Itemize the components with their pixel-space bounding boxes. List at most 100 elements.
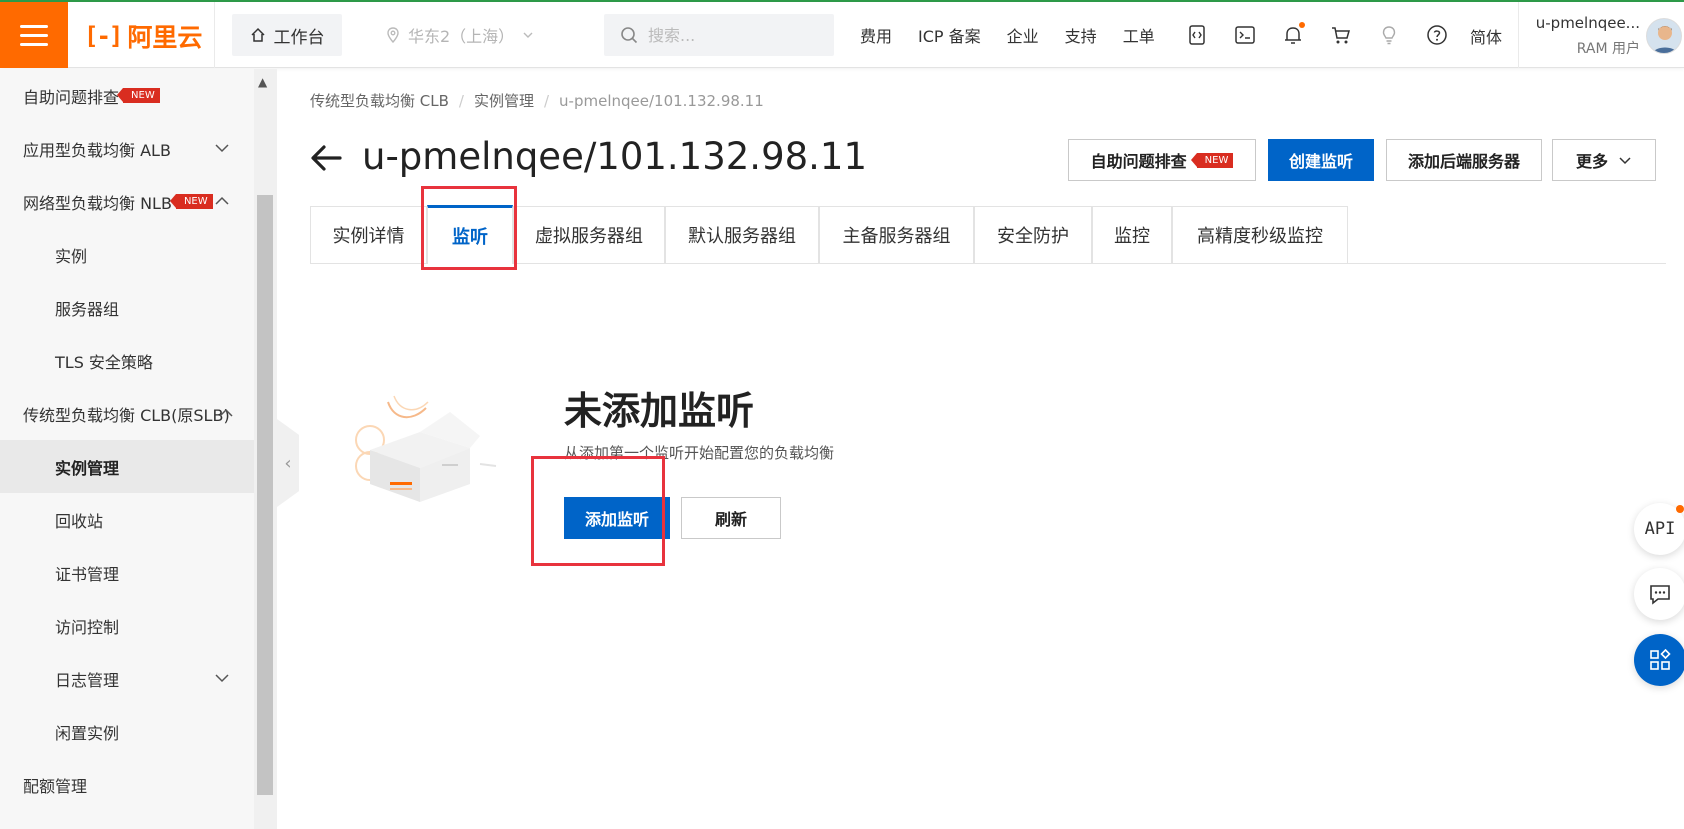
search-input[interactable] [648,25,808,45]
tab-monitoring[interactable]: 监控 [1092,206,1172,263]
add-backend-server-button[interactable]: 添加后端服务器 [1386,139,1542,181]
back-arrow-icon[interactable] [308,140,344,176]
nav-link-ticket[interactable]: 工单 [1123,23,1155,47]
tab-high-precision-monitoring[interactable]: 高精度秒级监控 [1172,206,1348,263]
sidebar-item-quota[interactable]: 配额管理 [0,758,254,811]
sidebar-item-nlb-instance[interactable]: 实例 [0,228,254,281]
chat-icon [1650,585,1670,605]
apps-float-button[interactable] [1634,634,1684,686]
nav-link-enterprise[interactable]: 企业 [1007,23,1039,47]
aliyun-logo[interactable]: [-] 阿里云 [84,20,202,52]
new-badge: NEW [170,194,213,209]
sidebar-item-label: 自助问题排查 [23,87,120,107]
sidebar-item-clb[interactable]: 传统型负载均衡 CLB(原SLB) [0,387,254,440]
chevron-up-icon [215,196,229,205]
sidebar-item-tls-policy[interactable]: TLS 安全策略 [0,334,254,387]
breadcrumb-item-instance-management[interactable]: 实例管理 [474,90,534,111]
nav-link-support[interactable]: 支持 [1065,23,1097,47]
sidebar-item-logs[interactable]: 日志管理 [0,652,254,705]
sidebar-item-server-group[interactable]: 服务器组 [0,281,254,334]
create-listener-button[interactable]: 创建监听 [1268,139,1374,181]
sidebar-item-troubleshoot[interactable]: 自助问题排查 NEW [0,69,254,122]
tab-listener[interactable]: 监听 [427,205,513,264]
notification-dot [1676,505,1684,513]
sidebar-item-alb[interactable]: 应用型负载均衡 ALB [0,122,254,175]
bulb-icon[interactable] [1376,22,1402,48]
page-title: u-pmelnqee/101.132.98.11 [362,135,867,178]
api-float-button[interactable]: API [1634,503,1684,555]
location-icon [387,27,399,43]
scroll-up-icon[interactable]: ▲ [258,75,267,89]
new-badge: NEW [117,88,160,103]
workbench-button[interactable]: 工作台 [232,14,342,56]
user-role: RAM 用户 [1576,41,1640,57]
sidebar-item-label: 实例管理 [55,458,120,478]
breadcrumb: 传统型负载均衡 CLB / 实例管理 / u-pmelnqee/101.132.… [310,90,764,111]
workbench-label: 工作台 [273,27,325,48]
user-name: u-pmelnqee... [1535,14,1640,32]
sidebar-item-recycle-bin[interactable]: 回收站 [0,493,254,546]
tab-bar: 实例详情 监听 虚拟服务器组 默认服务器组 主备服务器组 安全防护 监控 高精度… [310,205,1666,264]
breadcrumb-separator: / [543,91,550,110]
chevron-down-icon [215,674,229,683]
breadcrumb-item-current: u-pmelnqee/101.132.98.11 [559,91,764,110]
more-label: 更多 [1575,152,1608,171]
tab-default-server-group[interactable]: 默认服务器组 [665,206,819,263]
region-selector[interactable]: 华东2（上海） [386,14,556,56]
sidebar-item-label: TLS 安全策略 [55,352,153,372]
menu-button[interactable] [0,2,68,68]
breadcrumb-item-clb[interactable]: 传统型负载均衡 CLB [310,90,449,111]
tab-security[interactable]: 安全防护 [974,206,1092,263]
new-badge: NEW [1190,152,1234,168]
more-dropdown-button[interactable]: 更多 [1552,139,1656,181]
sidebar-item-label: 证书管理 [55,564,120,584]
feedback-float-button[interactable] [1634,568,1684,620]
sidebar-item-label: 闲置实例 [55,723,120,743]
api-label: API [1644,519,1676,539]
sidebar-item-access-control[interactable]: 访问控制 [0,599,254,652]
home-icon [250,27,265,42]
nav-link-fees[interactable]: 费用 [860,23,892,47]
sidebar-item-instance-management[interactable]: 实例管理 [0,440,254,493]
top-nav-icons [1184,2,1450,68]
chevron-down-icon [523,32,533,38]
empty-box-illustration [355,395,497,502]
sidebar-item-label: 服务器组 [55,299,120,319]
terminal-icon[interactable] [1232,22,1258,48]
avatar[interactable] [1646,18,1682,54]
troubleshoot-button[interactable]: 自助问题排查 NEW [1068,139,1256,181]
refresh-button[interactable]: 刷新 [681,497,781,539]
cart-icon[interactable] [1328,22,1354,48]
sidebar-scrollbar[interactable]: ▲ [254,69,277,829]
sidebar-item-label: 配额管理 [23,776,88,796]
chevron-down-icon [1619,157,1631,165]
global-search[interactable] [604,14,834,56]
notification-dot [1299,22,1305,28]
sidebar-item-label: 传统型负载均衡 CLB(原SLB) [23,405,230,425]
sidebar-item-idle-instances[interactable]: 闲置实例 [0,705,254,758]
sidebar-item-certificates[interactable]: 证书管理 [0,546,254,599]
help-icon[interactable] [1424,22,1450,48]
sidebar: 自助问题排查 NEW 应用型负载均衡 ALB 网络型负载均衡 NLB NEW 实… [0,69,254,829]
user-menu[interactable]: u-pmelnqee... RAM 用户 [1532,14,1640,58]
nav-link-icp[interactable]: ICP 备案 [918,23,981,47]
breadcrumb-separator: / [458,91,464,110]
language-switch[interactable]: 简体 [1470,24,1502,48]
sidebar-item-label: 网络型负载均衡 NLB [23,193,172,213]
sidebar-item-label: 访问控制 [55,617,120,637]
tab-primary-backup-group[interactable]: 主备服务器组 [819,206,974,263]
empty-state-description: 从添加第一个监听开始配置您的负载均衡 [564,444,835,462]
search-icon [621,27,638,44]
code-icon[interactable] [1184,22,1210,48]
region-label: 华东2（上海） [408,27,515,46]
tab-instance-details[interactable]: 实例详情 [310,206,427,263]
divider [1518,2,1519,68]
empty-state-title: 未添加监听 [564,389,755,433]
tab-virtual-server-group[interactable]: 虚拟服务器组 [513,206,665,263]
sidebar-item-nlb[interactable]: 网络型负载均衡 NLB NEW [0,175,254,228]
add-listener-button[interactable]: 添加监听 [564,497,670,539]
scrollbar-thumb[interactable] [257,195,273,795]
sidebar-collapse-handle[interactable]: ‹ [277,419,299,507]
apps-icon [1650,648,1671,670]
bell-icon[interactable] [1280,22,1306,48]
